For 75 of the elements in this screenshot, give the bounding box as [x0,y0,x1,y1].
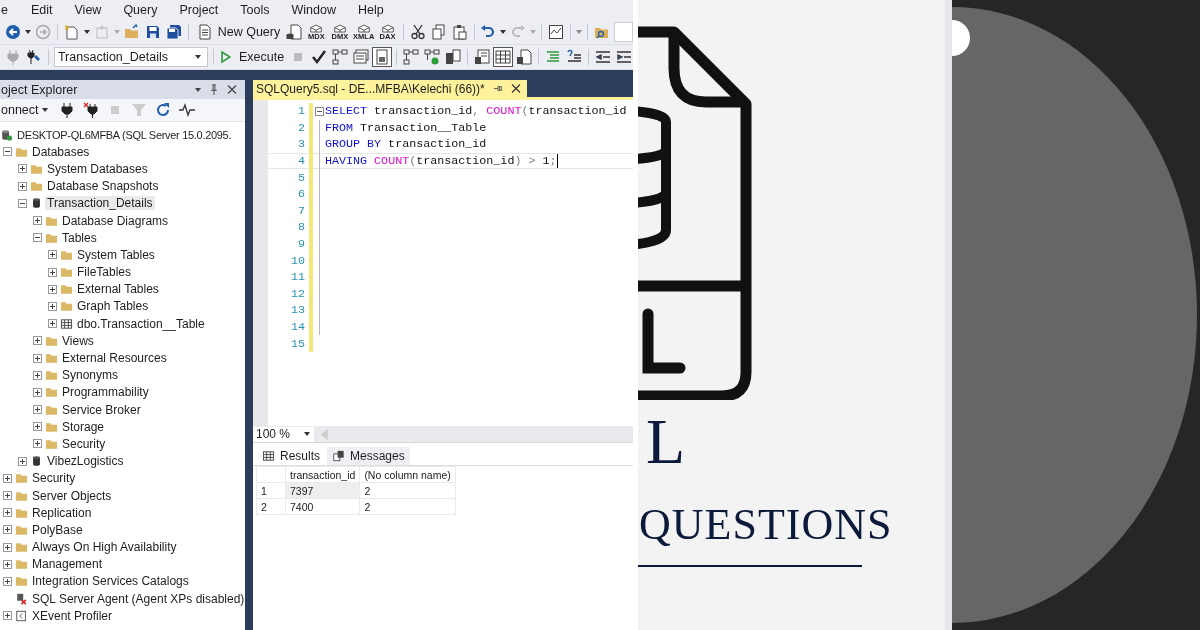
tab-title: SQLQuery5.sql - DE...MFBA\Kelechi (66))* [256,81,485,96]
tree-item[interactable]: Security [60,436,108,451]
tree-item[interactable]: Views [60,333,96,348]
code-line: HAVING COUNT(transaction_id) > 1; [325,154,557,169]
line-number: 11 [289,270,305,285]
database-dropdown[interactable]: Transaction_Details [53,47,209,67]
tree-item[interactable]: Management [30,557,105,572]
connect-button[interactable]: onnect [1,103,48,117]
tree-item[interactable]: DESKTOP-QL6MFBA (SQL Server 15.0.2095. [15,128,234,141]
tree-item[interactable]: Server Objects [30,488,114,503]
line-number: 4 [297,154,305,169]
line-number: 6 [297,187,305,202]
row-number: 2 [256,498,286,515]
tree-item[interactable]: System Databases [45,161,150,176]
code-line: SELECT transaction_id, COUNT(transaction_id [325,104,627,119]
tree-item[interactable]: PolyBase [30,522,85,537]
column-header[interactable]: transaction_id [285,466,360,483]
code-line: GROUP BY transaction_id [325,137,487,152]
tree-item[interactable]: Databases [30,144,92,159]
line-number: 8 [297,220,305,235]
tree-item[interactable]: Database Snapshots [45,179,161,194]
table-cell[interactable]: 2 [359,498,456,515]
tree-item[interactable]: Tables [60,230,99,245]
tree-item[interactable]: VibezLogistics [45,454,126,469]
table-cell[interactable]: 2 [359,482,456,499]
tree-item[interactable]: SQL Server Agent (Agent XPs disabled) [30,591,245,606]
line-number: 14 [289,320,305,334]
tree-item[interactable]: System Tables [75,247,157,262]
table-cell[interactable]: 7400 [285,498,360,515]
tree-item[interactable]: External Resources [60,351,169,366]
line-number: 9 [297,237,305,252]
tree-item[interactable]: FileTables [75,265,134,280]
tree-item[interactable]: dbo.Transaction__Table [75,316,207,331]
line-number: 2 [297,120,305,135]
menu-item[interactable]: Project [168,3,230,17]
zoom-dropdown[interactable]: 100 % [253,426,314,442]
menu-item[interactable]: Window [280,3,347,17]
panel-title: oject Explorer [1,82,79,97]
code-line: FROM Transaction__Table [325,120,487,135]
line-number: 1 [297,104,305,119]
tree-item[interactable]: Service Broker [60,402,143,417]
column-header[interactable]: (No column name) [359,466,456,483]
logo-word: QUESTIONS [639,502,893,548]
line-number: 15 [289,336,305,351]
tree-item[interactable]: Database Diagrams [60,213,171,228]
tree-item[interactable]: Security [30,471,78,486]
tree-item[interactable]: Transaction_Details [45,196,155,211]
tree-item[interactable]: Replication [30,505,94,520]
row-number: 1 [256,482,286,499]
tree-item[interactable]: Programmability [60,385,151,400]
menu-item[interactable]: View [63,3,113,17]
menu-item[interactable]: e [0,3,20,17]
line-number: 12 [289,286,305,301]
logo-letter: L [646,410,686,474]
code-editor[interactable]: 1 SELECT transaction_id, COUNT(transaction_id 2 FROM Transaction__Table 3 GROUP BY transaction_id 4 HAVING COUNT(transaction_id) > 1; 5 6 7 8 9 10 11 12 13 14 15 [253,97,633,426]
menu-item[interactable]: Query [112,3,169,17]
tree-item[interactable]: External Tables [75,282,161,297]
tree-item[interactable]: XEvent Profiler [30,608,115,623]
tree-item[interactable]: Synonyms [60,368,121,383]
line-number: 5 [297,170,305,185]
results-tab[interactable]: Messages [327,447,410,465]
menu-item[interactable]: Tools [229,3,281,17]
line-number: 7 [297,203,305,218]
menu-item[interactable]: Edit [19,3,64,17]
new-query-button[interactable]: New Query [193,23,283,41]
line-number: 3 [297,137,305,152]
menu-item[interactable]: Help [347,3,395,17]
tree-item[interactable]: Graph Tables [75,299,151,314]
execute-button[interactable]: Execute [219,50,287,64]
tree-item[interactable]: Storage [60,419,107,434]
document-tab[interactable]: SQLQuery5.sql - DE...MFBA\Kelechi (66))* [253,80,527,97]
line-number: 13 [289,303,305,318]
tree-item[interactable]: Integration Services Catalogs [30,574,191,589]
tree-item[interactable]: Always On High Availability [30,540,179,555]
line-number: 10 [289,253,305,268]
